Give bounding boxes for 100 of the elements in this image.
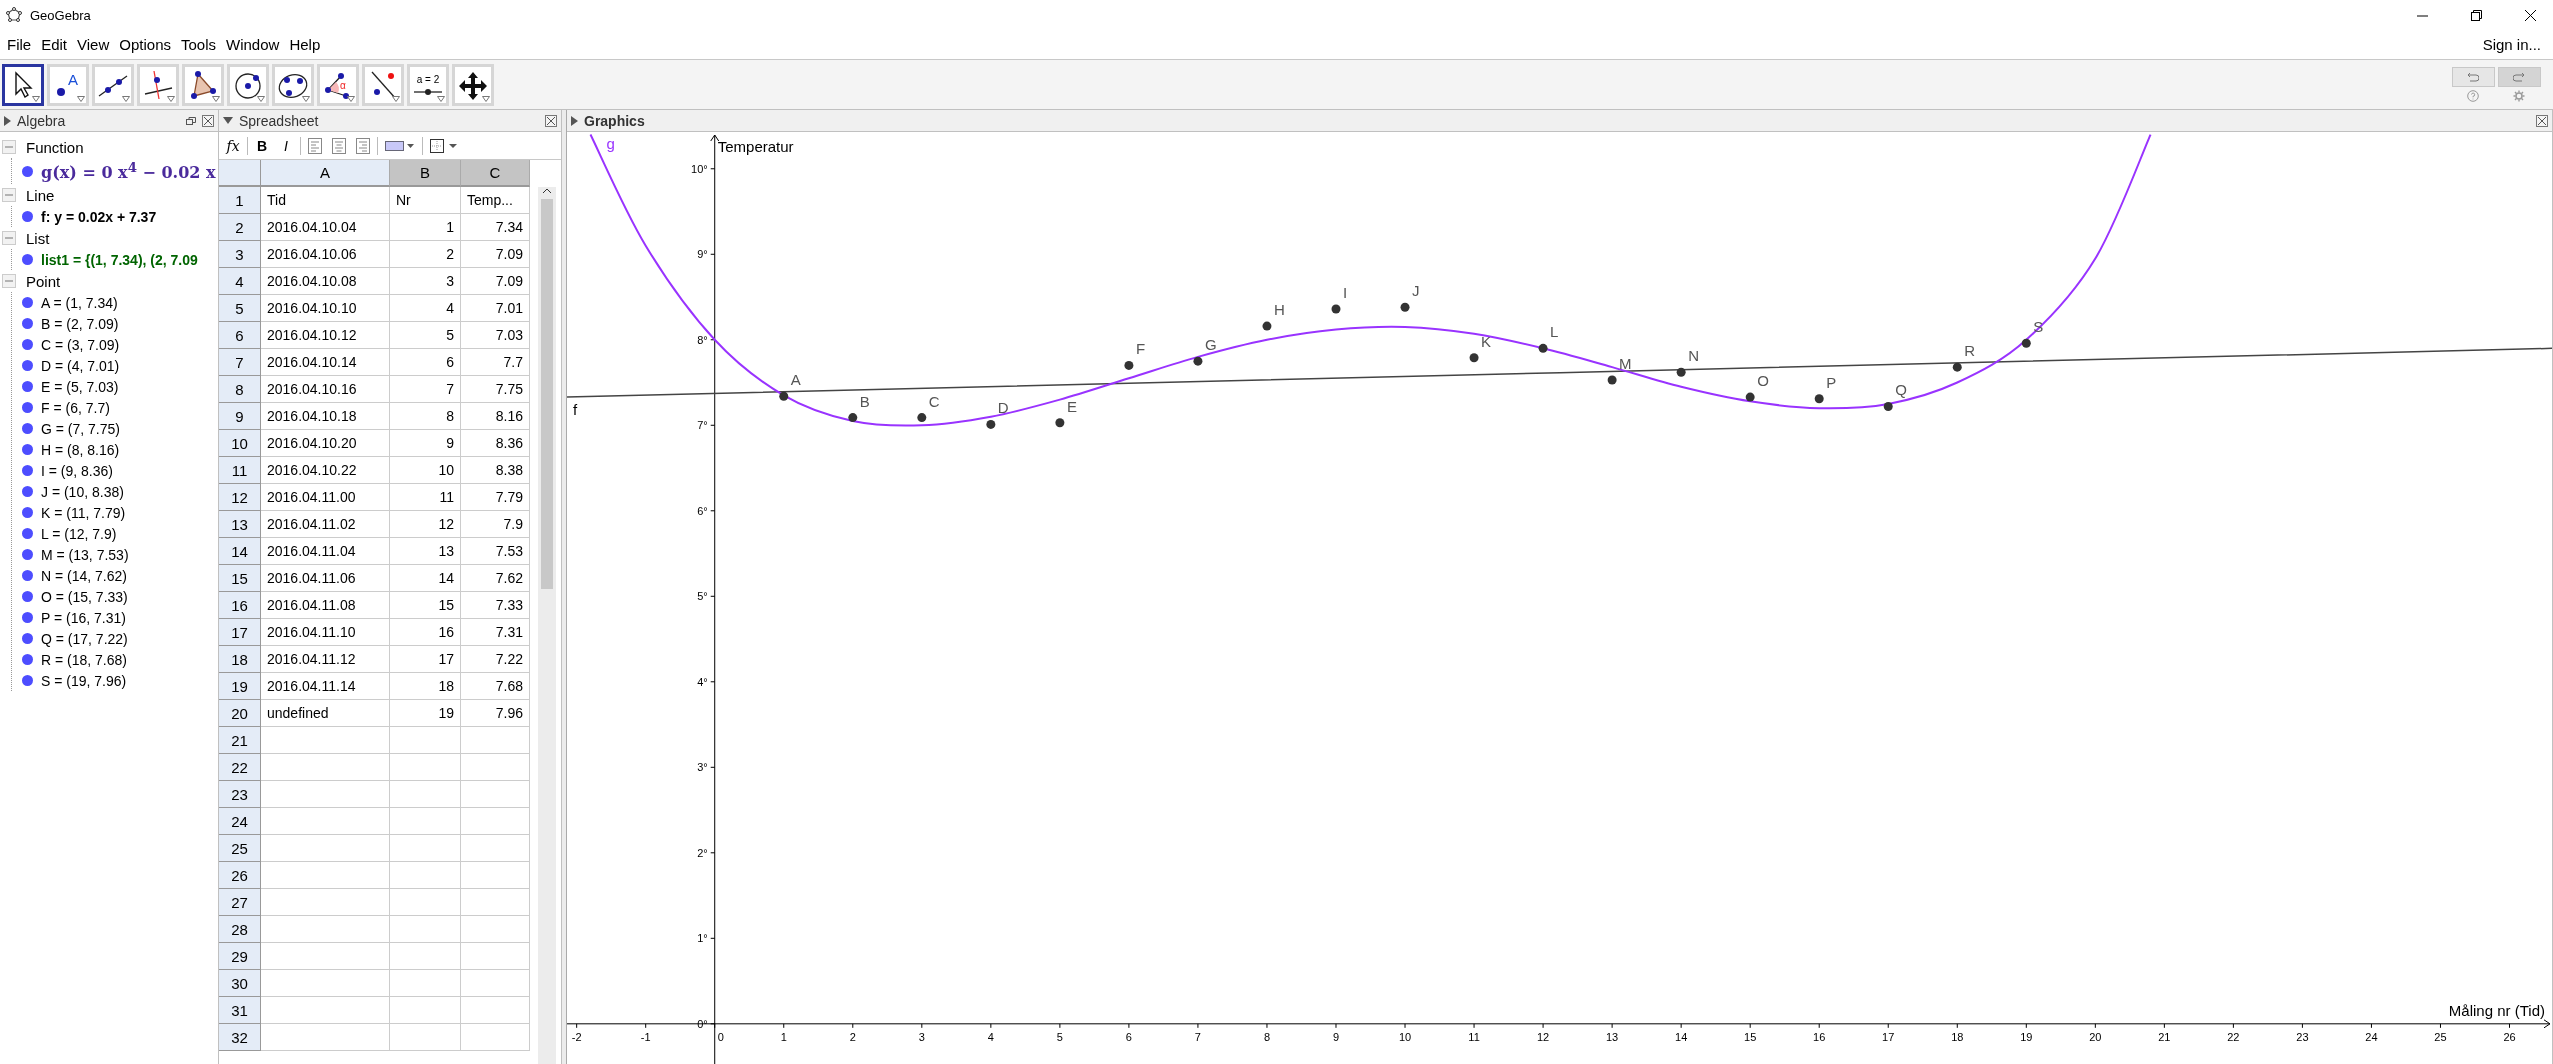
table-cell[interactable]: 2016.04.10.06	[261, 241, 390, 268]
algebra-entry[interactable]: B = (2, 7.09)	[41, 315, 119, 332]
table-cell[interactable]	[261, 970, 390, 997]
row-header[interactable]: 8	[219, 376, 261, 403]
table-cell[interactable]: 7.68	[461, 673, 530, 700]
table-cell[interactable]	[461, 835, 530, 862]
table-cell[interactable]: 9	[390, 430, 461, 457]
table-cell[interactable]	[390, 781, 461, 808]
menu-item[interactable]: Options	[114, 36, 176, 53]
row-header[interactable]: 29	[219, 943, 261, 970]
menu-item[interactable]: Edit	[36, 36, 73, 53]
visibility-dot[interactable]	[22, 339, 33, 350]
table-cell[interactable]	[390, 916, 461, 943]
table-cell[interactable]: 2016.04.11.10	[261, 619, 390, 646]
italic-button[interactable]: I	[276, 134, 296, 157]
visibility-dot[interactable]	[22, 381, 33, 392]
table-cell[interactable]: 7.22	[461, 646, 530, 673]
tool-button[interactable]	[2, 63, 44, 106]
table-cell[interactable]: 2016.04.10.20	[261, 430, 390, 457]
table-cell[interactable]: 2016.04.10.14	[261, 349, 390, 376]
table-cell[interactable]: 7.31	[461, 619, 530, 646]
scroll-up-icon[interactable]	[542, 187, 552, 195]
row-header[interactable]: 25	[219, 835, 261, 862]
algebra-entry[interactable]: I = (9, 8.36)	[41, 462, 113, 479]
algebra-entry[interactable]: G = (7, 7.75)	[41, 420, 120, 437]
table-cell[interactable]	[461, 1024, 530, 1051]
algebra-entry[interactable]: P = (16, 7.31)	[41, 609, 126, 626]
data-point[interactable]	[848, 413, 858, 423]
data-point[interactable]	[2021, 338, 2031, 348]
table-cell[interactable]	[390, 889, 461, 916]
table-cell[interactable]: 12	[390, 511, 461, 538]
algebra-entry[interactable]: J = (10, 8.38)	[41, 483, 124, 500]
table-cell[interactable]	[261, 781, 390, 808]
algebra-entry[interactable]: D = (4, 7.01)	[41, 357, 120, 374]
table-cell[interactable]: 2016.04.11.04	[261, 538, 390, 565]
table-cell[interactable]	[461, 808, 530, 835]
table-cell[interactable]	[390, 997, 461, 1024]
algebra-entry[interactable]: N = (14, 7.62)	[41, 567, 127, 584]
visibility-dot[interactable]	[22, 507, 33, 518]
row-header[interactable]: 10	[219, 430, 261, 457]
row-header[interactable]: 16	[219, 592, 261, 619]
table-cell[interactable]: 5	[390, 322, 461, 349]
data-point[interactable]	[917, 413, 927, 423]
visibility-dot[interactable]	[22, 254, 33, 265]
table-cell[interactable]: 7.09	[461, 241, 530, 268]
table-cell[interactable]: 7.96	[461, 700, 530, 727]
row-header[interactable]: 32	[219, 1024, 261, 1051]
table-cell[interactable]	[261, 1024, 390, 1051]
algebra-entry[interactable]: L = (12, 7.9)	[41, 525, 117, 542]
table-cell[interactable]: 18	[390, 673, 461, 700]
table-cell[interactable]	[261, 835, 390, 862]
row-header[interactable]: 17	[219, 619, 261, 646]
visibility-dot[interactable]	[22, 528, 33, 539]
table-cell[interactable]: 8	[390, 403, 461, 430]
table-cell[interactable]	[390, 835, 461, 862]
table-cell[interactable]: 7.03	[461, 322, 530, 349]
visibility-dot[interactable]	[22, 402, 33, 413]
table-cell[interactable]: 2016.04.10.16	[261, 376, 390, 403]
row-header[interactable]: 22	[219, 754, 261, 781]
row-header[interactable]: 5	[219, 295, 261, 322]
table-cell[interactable]: undefined	[261, 700, 390, 727]
table-cell[interactable]	[390, 808, 461, 835]
algebra-entry[interactable]: F = (6, 7.7)	[41, 399, 110, 416]
table-cell[interactable]	[261, 916, 390, 943]
visibility-dot[interactable]	[22, 612, 33, 623]
row-header[interactable]: 12	[219, 484, 261, 511]
bold-button[interactable]: B	[252, 134, 272, 157]
table-cell[interactable]: 7	[390, 376, 461, 403]
data-point[interactable]	[1745, 392, 1755, 402]
table-cell[interactable]	[461, 997, 530, 1024]
table-cell[interactable]	[390, 943, 461, 970]
algebra-entry[interactable]: A = (1, 7.34)	[41, 294, 118, 311]
table-cell[interactable]	[261, 997, 390, 1024]
table-cell[interactable]	[461, 727, 530, 754]
table-cell[interactable]: 2016.04.11.12	[261, 646, 390, 673]
visibility-dot[interactable]	[22, 654, 33, 665]
visibility-dot[interactable]	[22, 444, 33, 455]
row-header[interactable]: 14	[219, 538, 261, 565]
column-header[interactable]: B	[390, 160, 461, 187]
table-cell[interactable]: 2016.04.11.14	[261, 673, 390, 700]
visibility-dot[interactable]	[22, 675, 33, 686]
row-header[interactable]: 20	[219, 700, 261, 727]
table-cell[interactable]	[261, 889, 390, 916]
table-cell[interactable]: 7.33	[461, 592, 530, 619]
row-header[interactable]: 18	[219, 646, 261, 673]
expand-triangle-icon[interactable]	[571, 115, 578, 126]
table-cell[interactable]: 3	[390, 268, 461, 295]
table-cell[interactable]: 16	[390, 619, 461, 646]
visibility-dot[interactable]	[22, 211, 33, 222]
table-cell[interactable]: 2016.04.11.06	[261, 565, 390, 592]
row-header[interactable]: 23	[219, 781, 261, 808]
menu-item[interactable]: Tools	[176, 36, 221, 53]
table-cell[interactable]	[390, 970, 461, 997]
visibility-dot[interactable]	[22, 423, 33, 434]
algebra-entry[interactable]: g(x) = 0 x$^{4}$ − 0.02 x	[41, 159, 216, 183]
row-header[interactable]: 26	[219, 862, 261, 889]
data-point[interactable]	[1883, 401, 1893, 411]
table-cell[interactable]	[390, 1024, 461, 1051]
table-cell[interactable]: Temp...	[461, 187, 530, 214]
input-button[interactable]: fx	[223, 134, 243, 157]
